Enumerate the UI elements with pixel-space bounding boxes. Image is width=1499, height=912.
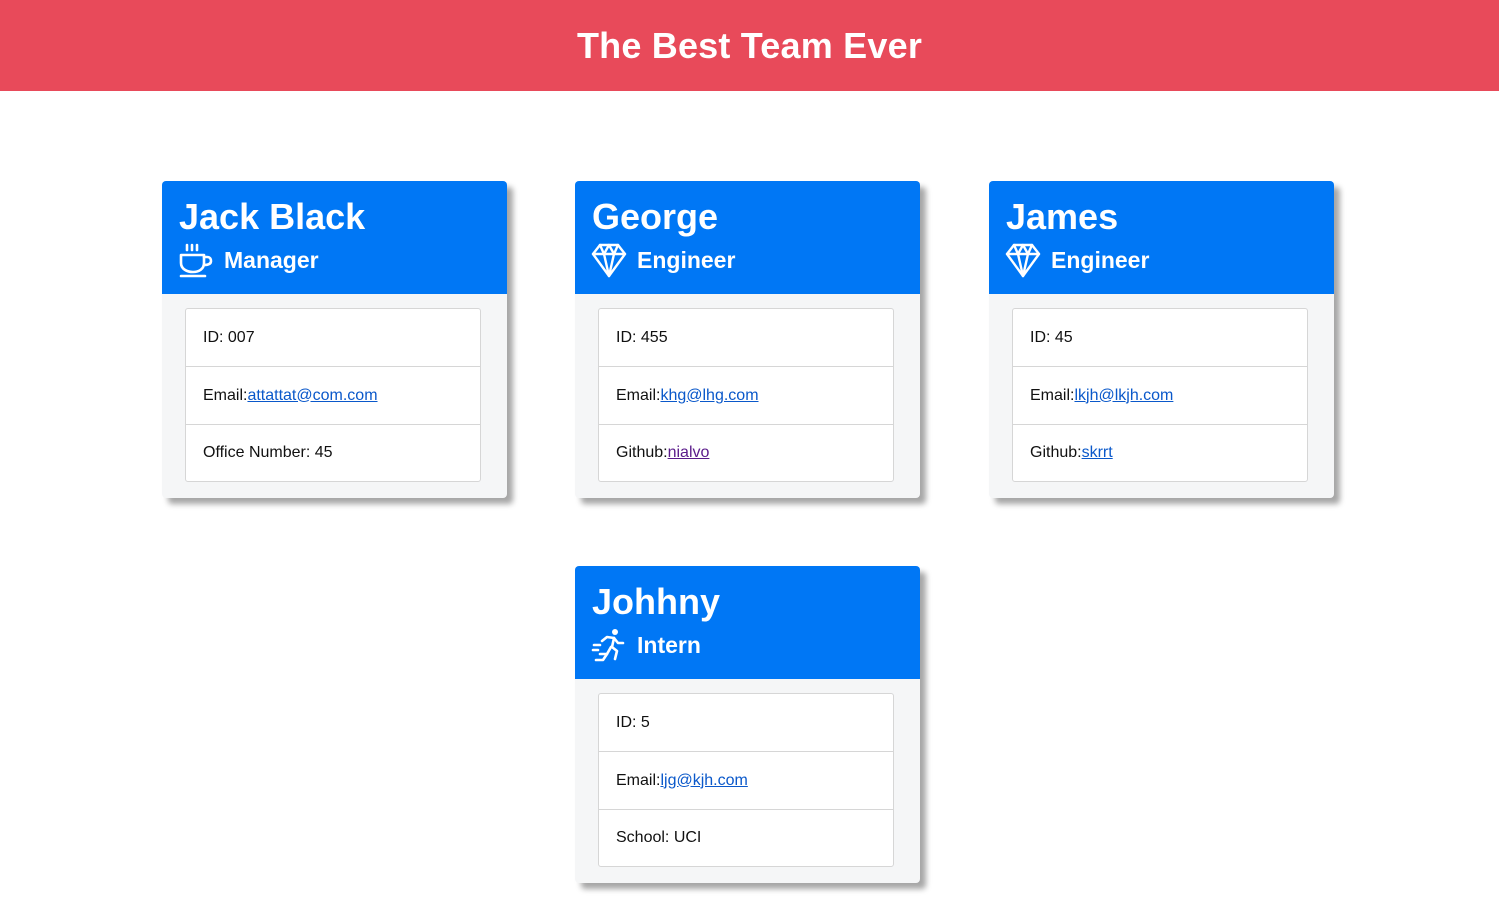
- list-item-email: Email: lkjh@lkjh.com: [1012, 366, 1308, 425]
- id-text: ID: 45: [1030, 328, 1073, 346]
- list-item-school: School: UCI: [598, 809, 894, 867]
- employee-card-engineer: George Engineer ID: 455 Email: khg@lhg.co…: [575, 181, 920, 498]
- list-item-id: ID: 45: [1012, 308, 1308, 367]
- list-item-github: Github: skrrt: [1012, 424, 1308, 482]
- office-number-text: Office Number: 45: [203, 444, 333, 461]
- employee-role: Manager: [178, 241, 319, 279]
- email-link[interactable]: attattat@com.com: [247, 387, 377, 405]
- employee-name: George: [592, 196, 719, 237]
- employee-name: James: [1006, 196, 1119, 237]
- employee-details-list: ID: 45 Email: lkjh@lkjh.com Github: skrrt: [1012, 308, 1308, 482]
- employee-role: Engineer: [1005, 241, 1149, 279]
- diamond-icon: [1005, 242, 1041, 278]
- employee-card-engineer: James Engineer ID: 45 Email: lkjh@lkjh.co…: [989, 181, 1334, 498]
- role-label: Engineer: [1051, 246, 1150, 273]
- card-header: Jack Black Manager: [162, 181, 507, 294]
- employee-role: Intern: [591, 626, 701, 664]
- employee-details-list: ID: 455 Email: khg@lhg.com Github: nialvo: [598, 308, 894, 482]
- list-item-email: Email: ljg@kjh.com: [598, 751, 894, 810]
- card-header: James Engineer: [989, 181, 1334, 294]
- github-link[interactable]: skrrt: [1082, 444, 1113, 462]
- employee-name: Jack Black: [179, 196, 366, 237]
- id-text: ID: 455: [616, 328, 668, 346]
- employee-details-list: ID: 5 Email: ljg@kjh.com School: UCI: [598, 693, 894, 867]
- employee-role: Engineer: [591, 241, 735, 279]
- employee-name: Johhny: [592, 581, 721, 622]
- list-item-github: Github: nialvo: [598, 424, 894, 482]
- role-label: Intern: [637, 631, 701, 658]
- employee-card-manager: Jack Black Manager ID: 007 Email: attatta…: [162, 181, 507, 498]
- diamond-icon: [591, 242, 627, 278]
- email-label: Email:: [616, 386, 661, 404]
- role-label: Engineer: [637, 246, 736, 273]
- email-label: Email:: [203, 386, 248, 404]
- list-item-id: ID: 007: [185, 308, 481, 367]
- list-item-office-number: Office Number: 45: [185, 424, 481, 482]
- list-item-id: ID: 5: [598, 693, 894, 752]
- github-link[interactable]: nialvo: [668, 444, 710, 462]
- email-label: Email:: [616, 771, 661, 789]
- id-text: ID: 5: [616, 713, 650, 731]
- email-link[interactable]: lkjh@lkjh.com: [1074, 387, 1173, 405]
- list-item-email: Email: khg@lhg.com: [598, 366, 894, 425]
- github-label: Github:: [616, 444, 668, 461]
- school-text: School: UCI: [616, 829, 702, 846]
- coffee-cup-icon: [178, 242, 214, 278]
- employee-card-intern: Johhny Intern ID: 5 Email: ljg@kjh.com S…: [575, 566, 920, 883]
- page-title: The Best Team Ever: [576, 24, 923, 66]
- github-label: Github:: [1030, 444, 1082, 461]
- card-header: George Engineer: [575, 181, 920, 294]
- list-item-id: ID: 455: [598, 308, 894, 367]
- employee-details-list: ID: 007 Email: attattat@com.com Office Nu…: [185, 308, 481, 482]
- role-label: Manager: [224, 246, 319, 273]
- running-person-icon: [591, 627, 627, 663]
- email-link[interactable]: ljg@kjh.com: [660, 772, 747, 790]
- email-link[interactable]: khg@lhg.com: [660, 387, 758, 405]
- email-label: Email:: [1030, 386, 1075, 404]
- card-header: Johhny Intern: [575, 566, 920, 679]
- id-text: ID: 007: [203, 328, 255, 346]
- page-header: The Best Team Ever: [0, 0, 1499, 91]
- list-item-email: Email: attattat@com.com: [185, 366, 481, 425]
